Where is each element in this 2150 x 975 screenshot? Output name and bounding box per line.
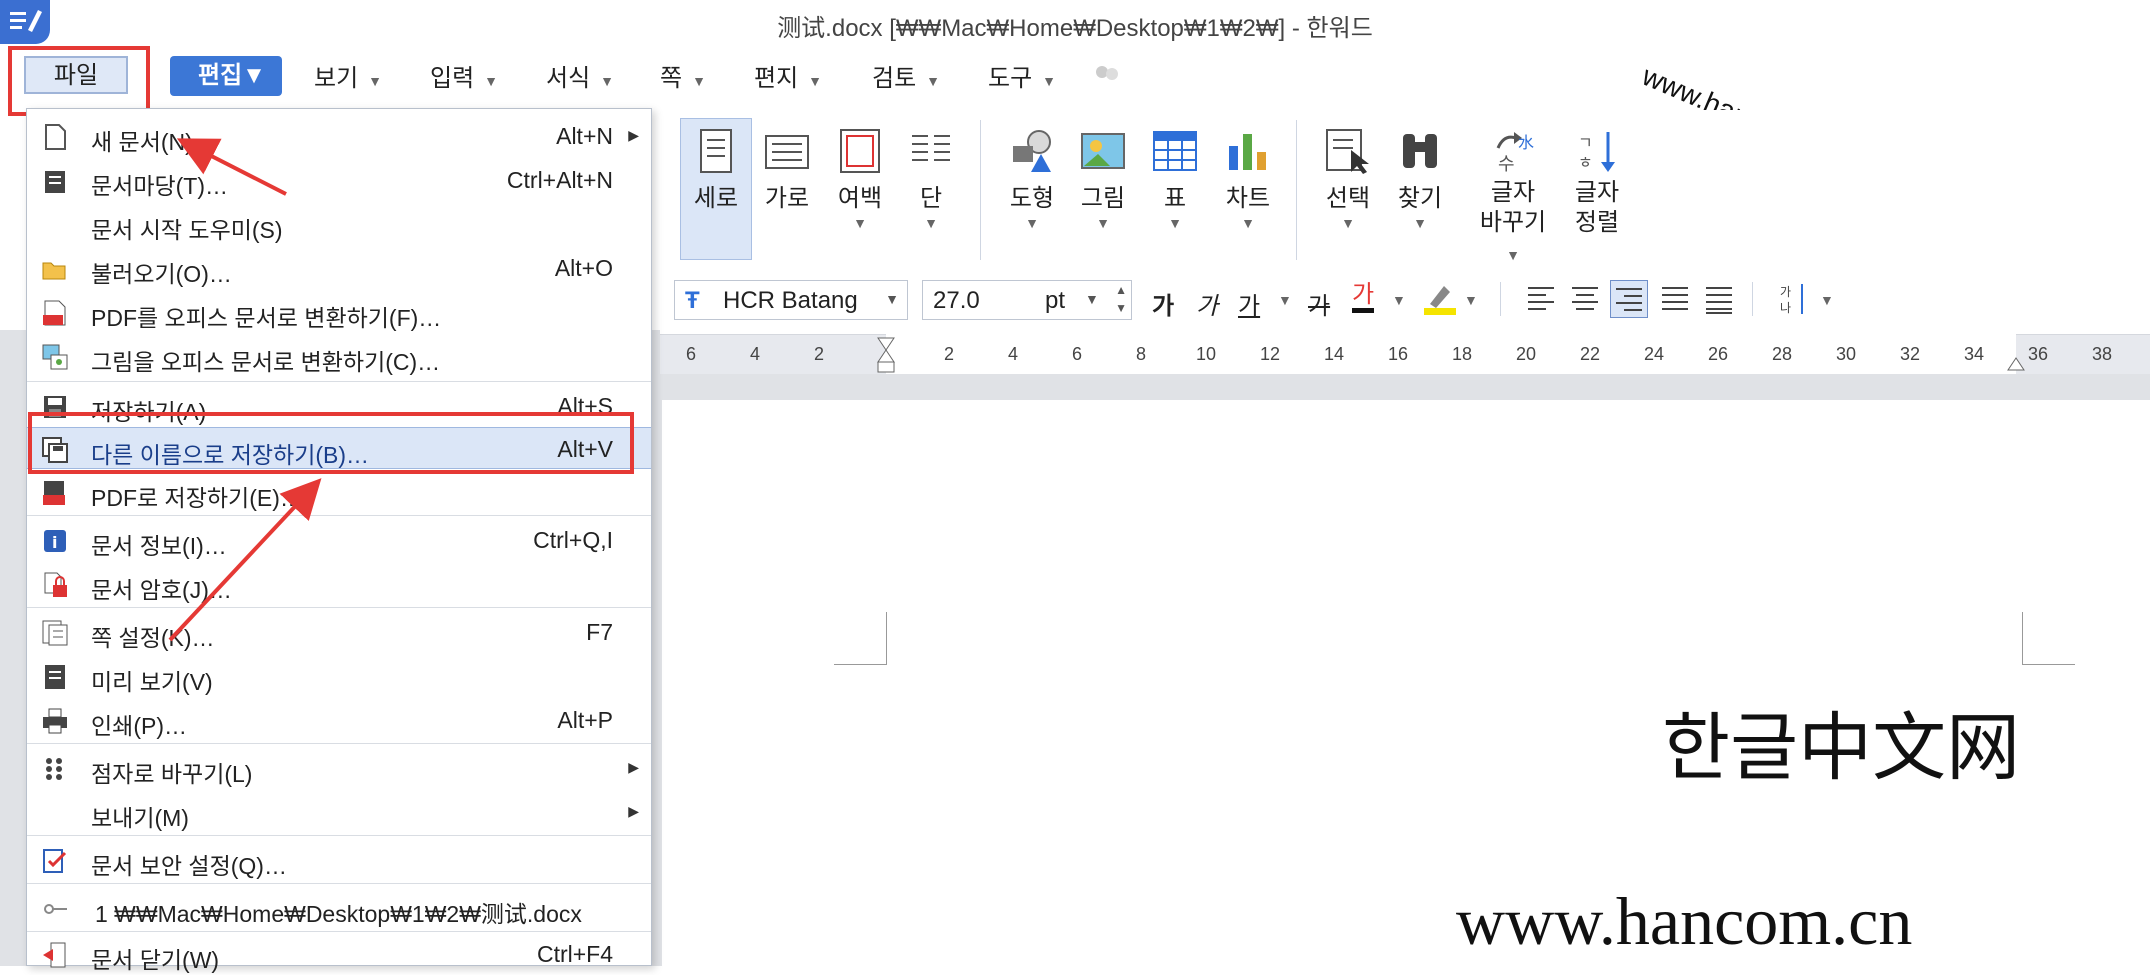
annotation-arrows <box>168 138 322 642</box>
arrow-to-save-as <box>168 478 322 642</box>
arrow-to-new-document <box>176 138 287 196</box>
